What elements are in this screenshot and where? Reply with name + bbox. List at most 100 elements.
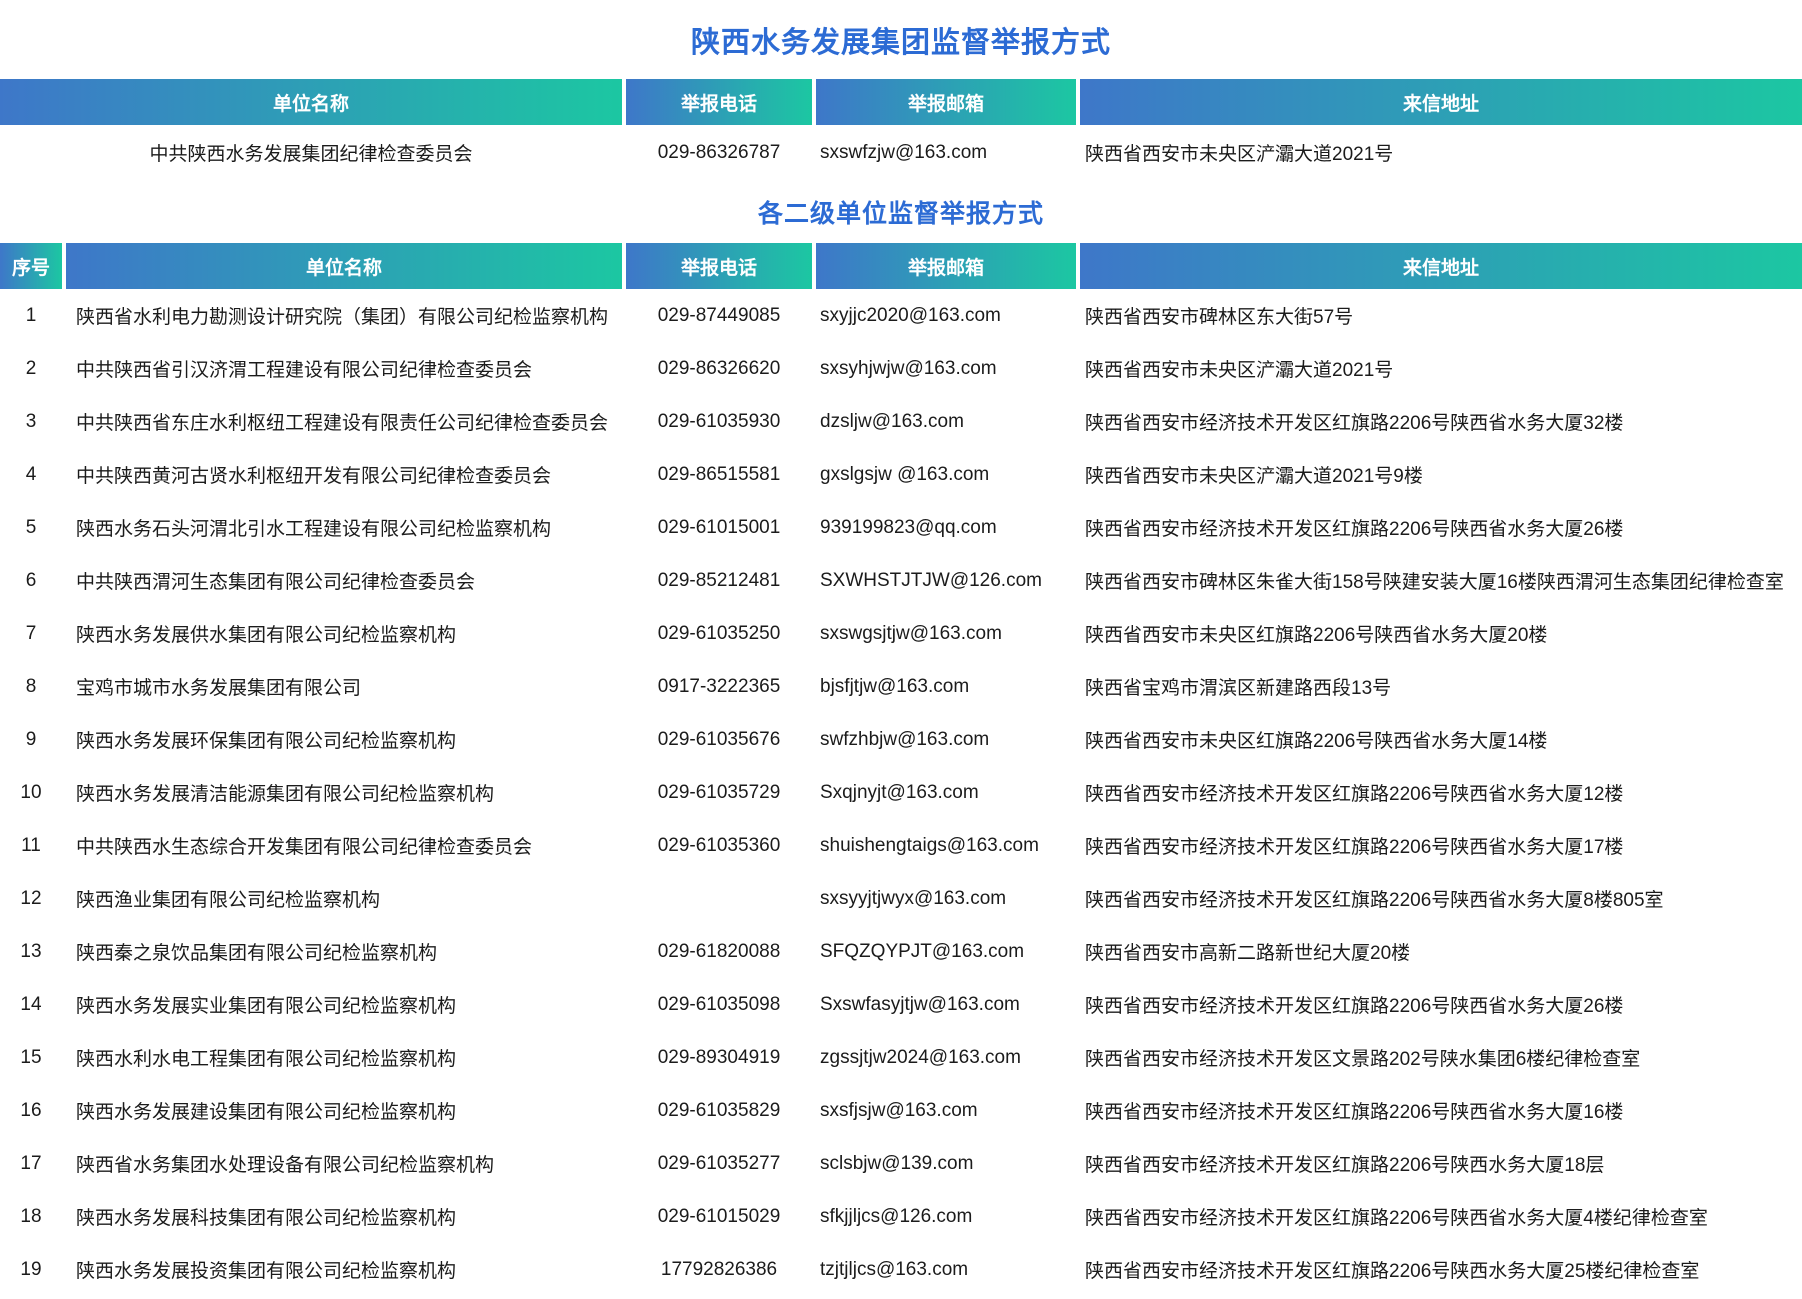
- email-cell: tzjtjljcs@163.com: [816, 1243, 1080, 1296]
- seq-cell: 8: [0, 660, 66, 713]
- email-cell: sfkjjljcs@126.com: [816, 1190, 1080, 1243]
- address-cell: 陕西省西安市未央区浐灞大道2021号9楼: [1080, 448, 1802, 501]
- phone-cell: 029-61035829: [626, 1084, 816, 1137]
- email-cell: sxsfjsjw@163.com: [816, 1084, 1080, 1137]
- email-cell: Sxqjnyjt@163.com: [816, 766, 1080, 819]
- table-row: 10陕西水务发展清洁能源集团有限公司纪检监察机构029-61035729Sxqj…: [0, 766, 1802, 819]
- email-cell: sxswgsjtjw@163.com: [816, 607, 1080, 660]
- table-row: 13陕西秦之泉饮品集团有限公司纪检监察机构029-61820088SFQZQYP…: [0, 925, 1802, 978]
- table-row: 9陕西水务发展环保集团有限公司纪检监察机构029-61035676swfzhbj…: [0, 713, 1802, 766]
- table-row: 12陕西渔业集团有限公司纪检监察机构sxsyyjtjwyx@163.com陕西省…: [0, 872, 1802, 925]
- seq-cell: 7: [0, 607, 66, 660]
- phone-cell: 029-61035277: [626, 1137, 816, 1190]
- table-header-row: 单位名称 举报电话 举报邮箱 来信地址: [0, 79, 1802, 125]
- seq-cell: 10: [0, 766, 66, 819]
- seq-cell: 19: [0, 1243, 66, 1296]
- unit-name-cell: 陕西水务发展清洁能源集团有限公司纪检监察机构: [66, 766, 626, 819]
- email-cell: SFQZQYPJT@163.com: [816, 925, 1080, 978]
- unit-name-cell: 中共陕西水务发展集团纪律检查委员会: [0, 125, 626, 180]
- email-cell: sxsyyjtjwyx@163.com: [816, 872, 1080, 925]
- phone-cell: 029-85212481: [626, 554, 816, 607]
- table-row: 1陕西省水利电力勘测设计研究院（集团）有限公司纪检监察机构029-8744908…: [0, 289, 1802, 342]
- seq-cell: 16: [0, 1084, 66, 1137]
- phone-cell: 029-61035930: [626, 395, 816, 448]
- unit-name-cell: 陕西省水务集团水处理设备有限公司纪检监察机构: [66, 1137, 626, 1190]
- column-header-phone: 举报电话: [626, 243, 816, 289]
- address-cell: 陕西省西安市经济技术开发区红旗路2206号陕西省水务大厦26楼: [1080, 978, 1802, 1031]
- phone-cell: 029-61035676: [626, 713, 816, 766]
- address-cell: 陕西省西安市经济技术开发区红旗路2206号陕西省水务大厦16楼: [1080, 1084, 1802, 1137]
- seq-cell: 2: [0, 342, 66, 395]
- phone-cell: 029-89304919: [626, 1031, 816, 1084]
- column-header-address: 来信地址: [1080, 79, 1802, 125]
- seq-cell: 15: [0, 1031, 66, 1084]
- phone-cell: 0917-3222365: [626, 660, 816, 713]
- unit-name-cell: 中共陕西黄河古贤水利枢纽开发有限公司纪律检查委员会: [66, 448, 626, 501]
- unit-name-cell: 陕西水务发展实业集团有限公司纪检监察机构: [66, 978, 626, 1031]
- phone-cell: 029-61015001: [626, 501, 816, 554]
- address-cell: 陕西省西安市未央区红旗路2206号陕西省水务大厦20楼: [1080, 607, 1802, 660]
- seq-cell: 3: [0, 395, 66, 448]
- unit-name-cell: 中共陕西水生态综合开发集团有限公司纪律检查委员会: [66, 819, 626, 872]
- phone-cell: 17792826386: [626, 1243, 816, 1296]
- unit-name-cell: 陕西水务发展供水集团有限公司纪检监察机构: [66, 607, 626, 660]
- seq-cell: 14: [0, 978, 66, 1031]
- phone-cell: 029-61820088: [626, 925, 816, 978]
- unit-name-cell: 陕西渔业集团有限公司纪检监察机构: [66, 872, 626, 925]
- column-header-address: 来信地址: [1080, 243, 1802, 289]
- unit-name-cell: 中共陕西省引汉济渭工程建设有限公司纪律检查委员会: [66, 342, 626, 395]
- seq-cell: 9: [0, 713, 66, 766]
- address-cell: 陕西省西安市经济技术开发区红旗路2206号陕西省水务大厦26楼: [1080, 501, 1802, 554]
- unit-name-cell: 陕西水务发展建设集团有限公司纪检监察机构: [66, 1084, 626, 1137]
- unit-name-cell: 陕西水务发展科技集团有限公司纪检监察机构: [66, 1190, 626, 1243]
- seq-cell: 11: [0, 819, 66, 872]
- phone-cell: 029-61035098: [626, 978, 816, 1031]
- secondary-units-table: 序号 单位名称 举报电话 举报邮箱 来信地址 1陕西省水利电力勘测设计研究院（集…: [0, 243, 1802, 1296]
- unit-name-cell: 陕西省水利电力勘测设计研究院（集团）有限公司纪检监察机构: [66, 289, 626, 342]
- column-header-unit-name: 单位名称: [66, 243, 626, 289]
- phone-cell: 029-87449085: [626, 289, 816, 342]
- address-cell: 陕西省西安市高新二路新世纪大厦20楼: [1080, 925, 1802, 978]
- section-title: 各二级单位监督举报方式: [0, 180, 1802, 243]
- address-cell: 陕西省宝鸡市渭滨区新建路西段13号: [1080, 660, 1802, 713]
- table-row: 中共陕西水务发展集团纪律检查委员会029-86326787sxswfzjw@16…: [0, 125, 1802, 180]
- table-row: 15陕西水利水电工程集团有限公司纪检监察机构029-89304919zgssjt…: [0, 1031, 1802, 1084]
- address-cell: 陕西省西安市碑林区朱雀大街158号陕建安装大厦16楼陕西渭河生态集团纪律检查室: [1080, 554, 1802, 607]
- phone-cell: 029-61015029: [626, 1190, 816, 1243]
- email-cell: sclsbjw@139.com: [816, 1137, 1080, 1190]
- email-cell: zgssjtjw2024@163.com: [816, 1031, 1080, 1084]
- email-cell: bjsfjtjw@163.com: [816, 660, 1080, 713]
- email-cell: gxslgsjw @163.com: [816, 448, 1080, 501]
- unit-name-cell: 陕西水务发展环保集团有限公司纪检监察机构: [66, 713, 626, 766]
- phone-cell: 029-61035729: [626, 766, 816, 819]
- seq-cell: 13: [0, 925, 66, 978]
- seq-cell: 5: [0, 501, 66, 554]
- address-cell: 陕西省西安市经济技术开发区红旗路2206号陕西省水务大厦12楼: [1080, 766, 1802, 819]
- column-header-email: 举报邮箱: [816, 79, 1080, 125]
- phone-cell: 029-86515581: [626, 448, 816, 501]
- address-cell: 陕西省西安市经济技术开发区红旗路2206号陕西省水务大厦4楼纪律检查室: [1080, 1190, 1802, 1243]
- table-row: 19陕西水务发展投资集团有限公司纪检监察机构17792826386tzjtjlj…: [0, 1243, 1802, 1296]
- email-cell: Sxswfasyjtjw@163.com: [816, 978, 1080, 1031]
- unit-name-cell: 陕西水利水电工程集团有限公司纪检监察机构: [66, 1031, 626, 1084]
- address-cell: 陕西省西安市经济技术开发区红旗路2206号陕西省水务大厦17楼: [1080, 819, 1802, 872]
- table-row: 5陕西水务石头河渭北引水工程建设有限公司纪检监察机构029-6101500193…: [0, 501, 1802, 554]
- table-row: 3中共陕西省东庄水利枢纽工程建设有限责任公司纪律检查委员会029-6103593…: [0, 395, 1802, 448]
- column-header-email: 举报邮箱: [816, 243, 1080, 289]
- table-row: 17陕西省水务集团水处理设备有限公司纪检监察机构029-61035277scls…: [0, 1137, 1802, 1190]
- table-row: 2中共陕西省引汉济渭工程建设有限公司纪律检查委员会029-86326620sxs…: [0, 342, 1802, 395]
- table-row: 8宝鸡市城市水务发展集团有限公司0917-3222365bjsfjtjw@163…: [0, 660, 1802, 713]
- table-row: 7陕西水务发展供水集团有限公司纪检监察机构029-61035250sxswgsj…: [0, 607, 1802, 660]
- unit-name-cell: 陕西水务发展投资集团有限公司纪检监察机构: [66, 1243, 626, 1296]
- group-report-table: 单位名称 举报电话 举报邮箱 来信地址 中共陕西水务发展集团纪律检查委员会029…: [0, 79, 1802, 180]
- address-cell: 陕西省西安市经济技术开发区文景路202号陕水集团6楼纪律检查室: [1080, 1031, 1802, 1084]
- email-cell: dzsljw@163.com: [816, 395, 1080, 448]
- seq-cell: 1: [0, 289, 66, 342]
- phone-cell: [626, 872, 816, 925]
- email-cell: SXWHSTJTJW@126.com: [816, 554, 1080, 607]
- table-row: 4中共陕西黄河古贤水利枢纽开发有限公司纪律检查委员会029-86515581gx…: [0, 448, 1802, 501]
- column-header-seq: 序号: [0, 243, 66, 289]
- table-header-row: 序号 单位名称 举报电话 举报邮箱 来信地址: [0, 243, 1802, 289]
- address-cell: 陕西省西安市经济技术开发区红旗路2206号陕西水务大厦25楼纪律检查室: [1080, 1243, 1802, 1296]
- email-cell: sxsyhjwjw@163.com: [816, 342, 1080, 395]
